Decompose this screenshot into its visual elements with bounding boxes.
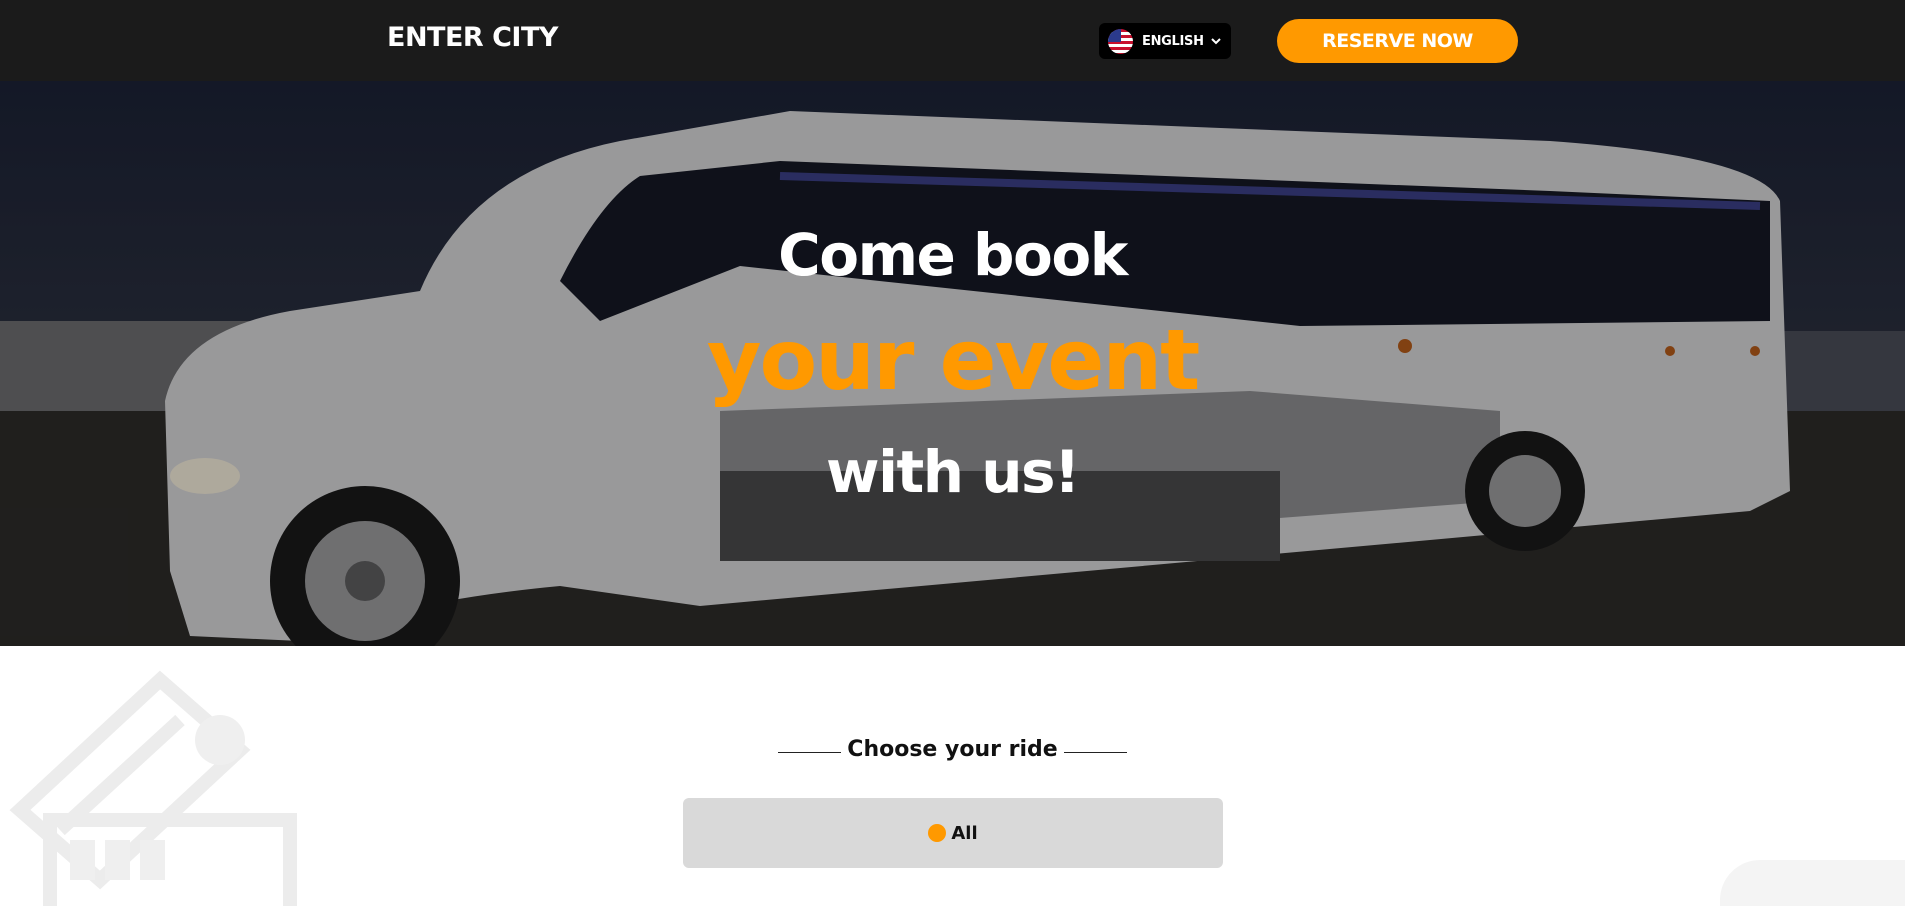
language-selector[interactable]: ENGLISH — [1099, 23, 1231, 59]
brand-logo[interactable]: ENTER CITY — [387, 22, 558, 53]
corner-decoration — [1720, 860, 1905, 906]
hero-banner: Come book your event with us! — [0, 81, 1905, 646]
language-label: ENGLISH — [1142, 33, 1204, 49]
chevron-down-icon — [1210, 38, 1221, 45]
section-title: Choose your ride — [847, 737, 1058, 762]
top-navbar: ENTER CITY ENGLISH RESERVE NOW — [0, 0, 1905, 81]
hero-title-line3: with us! — [826, 438, 1080, 506]
filter-label: All — [951, 822, 978, 844]
decorative-bus-outline-icon — [9, 670, 297, 906]
radio-selected-icon — [928, 824, 947, 842]
hero-title-line1: Come book — [778, 221, 1128, 289]
hero-title-line2: your event — [706, 311, 1201, 409]
filter-all[interactable]: All — [683, 798, 1223, 868]
us-flag-icon — [1108, 28, 1133, 54]
title-rule-right — [1064, 752, 1127, 753]
reserve-now-button[interactable]: RESERVE NOW — [1277, 19, 1518, 63]
